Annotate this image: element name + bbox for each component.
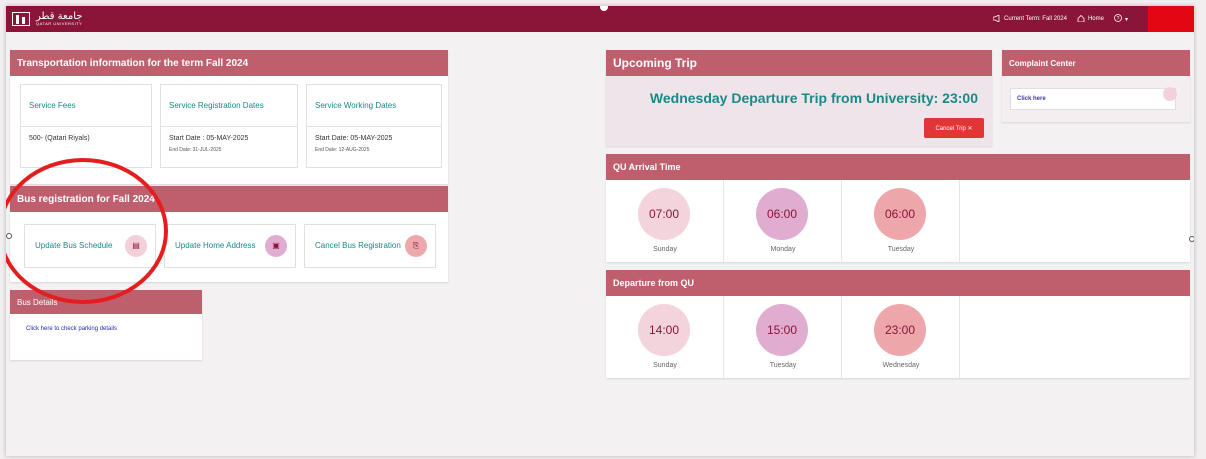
day-label: Tuesday <box>769 362 797 369</box>
complaint-link[interactable]: Click here <box>1017 96 1046 102</box>
document-icon: ▣ <box>265 235 287 257</box>
bus-registration-panel: Bus registration for Fall 2024 Update Bu… <box>10 186 448 282</box>
day-label: Wednesday <box>882 362 920 369</box>
time-cell: 07:00 Sunday <box>606 180 724 262</box>
top-bar: جامعة قطر QATAR UNIVERSITY Current Term:… <box>6 6 1194 32</box>
working-dates-card: Service Working Dates Start Date: 05-MAY… <box>306 84 442 168</box>
complaint-link-box[interactable]: Click here <box>1010 87 1177 110</box>
time-circle: 23:00 <box>874 304 926 356</box>
update-bus-schedule-button[interactable]: Update Bus Schedule ▤ <box>24 224 156 268</box>
right-scroll-handle[interactable] <box>1189 236 1194 242</box>
app-window: جامعة قطر QATAR UNIVERSITY Current Term:… <box>6 6 1194 456</box>
svg-text:?: ? <box>1117 16 1120 22</box>
card-title: Service Working Dates <box>307 85 441 127</box>
card-title: Service Fees <box>21 85 151 127</box>
time-circle: 07:00 <box>638 188 690 240</box>
complaint-center-title: Complaint Center <box>1002 50 1190 76</box>
complaint-center-panel: Complaint Center Click here <box>1002 50 1190 122</box>
day-label: Tuesday <box>887 246 915 253</box>
current-term-label: Current Term: Fall 2024 <box>1004 16 1067 22</box>
left-scroll-handle[interactable] <box>6 233 12 239</box>
time-circle: 14:00 <box>638 304 690 356</box>
help-circle-icon: ? <box>1114 14 1122 24</box>
upcoming-trip-title: Upcoming Trip <box>606 50 992 76</box>
bus-registration-title: Bus registration for Fall 2024 <box>10 186 448 212</box>
card-subvalue: End Date: 12-AUG-2025 <box>315 147 370 153</box>
bus-details-title: Bus Details <box>10 290 202 314</box>
time-circle: 06:00 <box>874 188 926 240</box>
megaphone-icon <box>992 13 1001 24</box>
card-subvalue: End Date: 31-JUL-2025 <box>169 147 222 153</box>
parking-details-link[interactable]: Click here to check parking details <box>26 326 117 332</box>
chevron-down-icon: ▾ <box>1124 16 1128 23</box>
current-term: Current Term: Fall 2024 <box>992 13 1067 24</box>
upcoming-trip-text: Wednesday Departure Trip from University… <box>649 90 978 106</box>
upcoming-trip-panel: Upcoming Trip Wednesday Departure Trip f… <box>606 50 992 146</box>
time-circle: 15:00 <box>756 304 808 356</box>
update-home-address-button[interactable]: Update Home Address ▣ <box>164 224 296 268</box>
day-label: Sunday <box>653 362 677 369</box>
service-fees-card: Service Fees 500- (Qatari Riyals) <box>20 84 152 168</box>
upcoming-trip-body: Wednesday Departure Trip from University… <box>606 76 992 146</box>
document-icon: ▤ <box>125 235 147 257</box>
card-value: Start Date: 05-MAY-2025 <box>315 135 393 142</box>
card-value: 500- (Qatari Riyals) <box>29 135 90 142</box>
departure-panel: Departure from QU 14:00 Sunday 15:00 Tue… <box>606 270 1190 378</box>
time-cell: 06:00 Monday <box>724 180 842 262</box>
day-label: Sunday <box>653 246 677 253</box>
card-value: Start Date : 05-MAY-2025 <box>169 135 249 142</box>
transport-panel: Transportation information for the term … <box>10 50 448 184</box>
clipboard-icon: ⎘ <box>405 235 427 257</box>
time-circle: 06:00 <box>756 188 808 240</box>
time-cell: 15:00 Tuesday <box>724 296 842 378</box>
cancel-bus-registration-button[interactable]: Cancel Bus Registration ⎘ <box>304 224 436 268</box>
home-label: Home <box>1087 16 1104 22</box>
departure-times-row: 14:00 Sunday 15:00 Tuesday 23:00 Wednesd… <box>606 296 960 378</box>
logo-arabic-text: جامعة قطر <box>36 11 83 22</box>
arrival-times-row: 07:00 Sunday 06:00 Monday 06:00 Tuesday <box>606 180 960 262</box>
time-cell: 14:00 Sunday <box>606 296 724 378</box>
registration-dates-card: Service Registration Dates Start Date : … <box>160 84 298 168</box>
logo-icon <box>12 12 30 26</box>
button-label: Update Bus Schedule <box>35 241 113 250</box>
logo-english-text: QATAR UNIVERSITY <box>36 21 83 26</box>
time-cell: 06:00 Tuesday <box>842 180 960 262</box>
arrival-time-title: QU Arrival Time <box>606 154 1190 180</box>
arrival-time-panel: QU Arrival Time 07:00 Sunday 06:00 Monda… <box>606 154 1190 262</box>
cancel-trip-button[interactable]: Cancel Trip ✕ <box>924 118 984 138</box>
user-menu-block[interactable] <box>1148 6 1194 32</box>
bus-details-panel: Bus Details Click here to check parking … <box>10 290 202 360</box>
card-title: Service Registration Dates <box>161 85 297 127</box>
university-logo[interactable]: جامعة قطر QATAR UNIVERSITY <box>12 10 82 28</box>
button-label: Cancel Bus Registration <box>315 241 401 250</box>
button-label: Update Home Address <box>175 241 256 250</box>
time-cell: 23:00 Wednesday <box>842 296 960 378</box>
complaint-icon <box>1163 87 1177 101</box>
day-label: Monday <box>770 246 796 253</box>
home-link[interactable]: Home <box>1077 14 1104 24</box>
help-menu[interactable]: ? ▾ <box>1114 14 1128 24</box>
top-nav: Current Term: Fall 2024 Home ? ▾ <box>992 6 1128 32</box>
departure-title: Departure from QU <box>606 270 1190 296</box>
transport-panel-title: Transportation information for the term … <box>10 50 448 76</box>
home-icon <box>1077 14 1085 24</box>
